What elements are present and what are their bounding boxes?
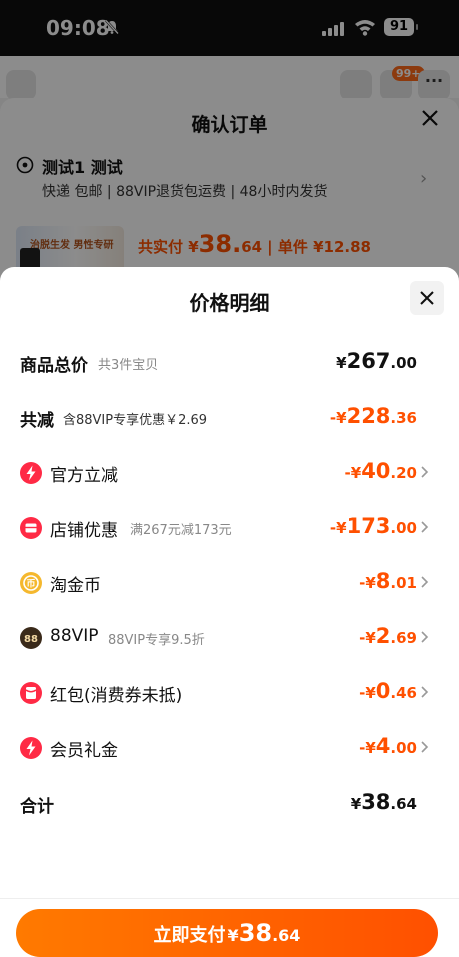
88vip-icon: 88 <box>20 627 42 649</box>
row-label: 店铺优惠 <box>50 521 118 541</box>
row-amount: -¥173.00 <box>329 514 417 538</box>
row-note: 88VIP专享9.5折 <box>108 633 205 648</box>
row-88vip[interactable]: 88 88VIP 88VIP专享9.5折 -¥2.69 <box>0 618 459 658</box>
sheet-title: 价格明细 <box>189 291 270 315</box>
close-button[interactable] <box>410 281 444 315</box>
row-label: 官方立减 <box>50 466 118 486</box>
red-packet-icon <box>20 682 42 704</box>
row-note: 共3件宝贝 <box>98 358 159 373</box>
row-amount: -¥2.69 <box>359 624 417 648</box>
row-label: 红包(消费券未抵) <box>50 686 183 706</box>
row-amount: -¥0.46 <box>359 679 417 703</box>
row-amount: -¥228.36 <box>329 404 417 428</box>
row-note: 含88VIP专享优惠￥2.69 <box>63 413 208 428</box>
chevron-right-icon <box>421 686 429 698</box>
chevron-right-icon <box>421 466 429 478</box>
row-total-discount: 共减 含88VIP专享优惠￥2.69 -¥228.36 <box>0 398 459 438</box>
pay-bar: 立即支付 ¥38.64 <box>0 898 459 957</box>
svg-text:币: 币 <box>26 579 35 590</box>
pay-symbol: ¥ <box>227 926 239 945</box>
row-label: 会员礼金 <box>50 741 118 761</box>
row-label: 合计 <box>20 797 54 817</box>
row-amount: -¥40.20 <box>344 459 417 483</box>
row-red-packet[interactable]: 红包(消费券未抵) -¥0.46 <box>0 673 459 713</box>
row-note: 满267元减173元 <box>130 523 232 538</box>
row-store-discount[interactable]: 店铺优惠 满267元减173元 -¥173.00 <box>0 508 459 548</box>
close-icon <box>420 291 434 305</box>
chevron-right-icon <box>421 631 429 643</box>
row-amount: ¥38.64 <box>350 790 417 814</box>
row-tao-coin[interactable]: 币 淘金币 -¥8.01 <box>0 563 459 603</box>
svg-text:88: 88 <box>24 634 38 645</box>
row-label: 商品总价 <box>20 356 88 376</box>
row-total: 合计 ¥38.64 <box>0 784 459 824</box>
row-amount: ¥267.00 <box>336 349 417 373</box>
chevron-right-icon <box>421 576 429 588</box>
row-label: 88VIP <box>50 626 99 646</box>
price-detail-sheet: 价格明细 商品总价 共3件宝贝 ¥267.00 共减 含88VIP专享优惠￥2.… <box>0 267 459 957</box>
lightning-icon <box>20 462 42 484</box>
lightning-icon <box>20 737 42 759</box>
row-member-gift[interactable]: 会员礼金 -¥4.00 <box>0 728 459 768</box>
row-official-discount[interactable]: 官方立减 -¥40.20 <box>0 453 459 493</box>
pay-now-button[interactable]: 立即支付 ¥38.64 <box>16 909 438 957</box>
store-coupon-icon <box>20 517 42 539</box>
pay-label: 立即支付 <box>153 925 226 946</box>
row-goods-total: 商品总价 共3件宝贝 ¥267.00 <box>0 343 459 383</box>
row-amount: -¥4.00 <box>359 734 417 758</box>
chevron-right-icon <box>421 741 429 753</box>
pay-amount-dec: .64 <box>272 926 301 945</box>
pay-amount-int: 38 <box>238 919 273 947</box>
row-label: 共减 <box>20 411 54 431</box>
chevron-right-icon <box>421 521 429 533</box>
row-amount: -¥8.01 <box>359 569 417 593</box>
row-label: 淘金币 <box>50 576 101 596</box>
gold-coin-icon: 币 <box>20 572 42 594</box>
